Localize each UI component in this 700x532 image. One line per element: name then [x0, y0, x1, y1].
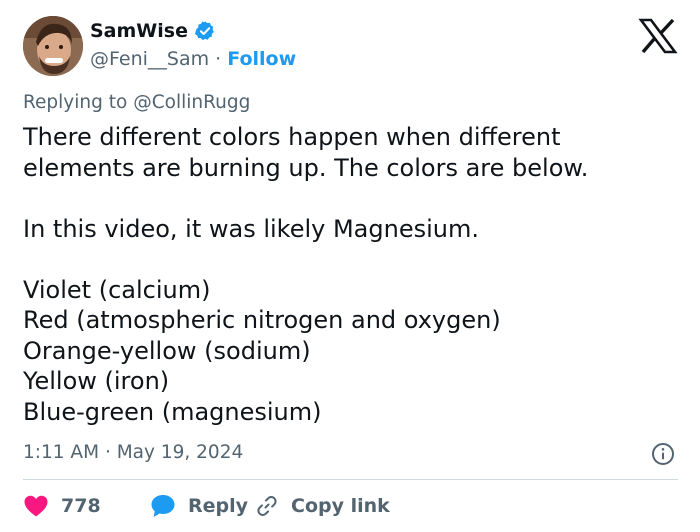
handle-separator: ·	[215, 48, 222, 70]
author-display-name[interactable]: SamWise	[90, 20, 188, 42]
like-count: 778	[61, 495, 101, 517]
reply-label: Reply	[188, 495, 249, 517]
tweet-line: There different colors happen when diffe…	[23, 123, 561, 151]
tweet-line: Red (atmospheric nitrogen and oxygen)	[23, 306, 501, 334]
follow-button[interactable]: Follow	[227, 48, 296, 70]
tweet-actions: 778 Reply Copy link	[23, 491, 390, 521]
author-handle-row: @Feni__Sam · Follow	[90, 48, 296, 70]
author-name-row: SamWise	[90, 20, 216, 42]
replying-to-mention[interactable]: @CollinRugg	[133, 92, 250, 113]
reply-button[interactable]: Reply	[150, 493, 255, 519]
avatar-image	[23, 16, 83, 76]
timestamp-separator: ·	[104, 442, 111, 463]
replying-to: Replying to @CollinRugg	[23, 92, 250, 113]
tweet-line: elements are burning up. The colors are …	[23, 153, 589, 182]
author-handle[interactable]: @Feni__Sam	[90, 48, 209, 70]
tweet-line: Blue-green (magnesium)	[23, 397, 322, 426]
replying-to-prefix: Replying to	[23, 92, 128, 113]
copy-link-button[interactable]: Copy link	[255, 494, 390, 518]
tweet-date: May 19, 2024	[116, 442, 244, 463]
tweet-line: In this video, it was likely Magnesium.	[23, 214, 479, 243]
tweet-line: Orange-yellow (sodium)	[23, 336, 311, 365]
divider	[23, 479, 678, 480]
info-icon[interactable]	[651, 442, 675, 466]
verified-badge-icon	[194, 20, 216, 42]
tweet-line: Violet (calcium)	[23, 275, 211, 304]
tweet-timestamp[interactable]: 1:11 AM · May 19, 2024	[23, 442, 243, 463]
tweet-text: There different colors happen when diffe…	[23, 122, 683, 427]
like-button[interactable]: 778	[23, 494, 150, 518]
heart-icon	[24, 495, 48, 517]
link-icon	[257, 496, 277, 516]
tweet-time: 1:11 AM	[23, 442, 100, 463]
reply-bubble-icon	[151, 495, 175, 517]
tweet-line: Yellow (iron)	[23, 367, 170, 395]
x-logo-icon[interactable]	[638, 18, 678, 54]
avatar[interactable]	[23, 16, 83, 76]
copy-link-label: Copy link	[291, 495, 390, 517]
